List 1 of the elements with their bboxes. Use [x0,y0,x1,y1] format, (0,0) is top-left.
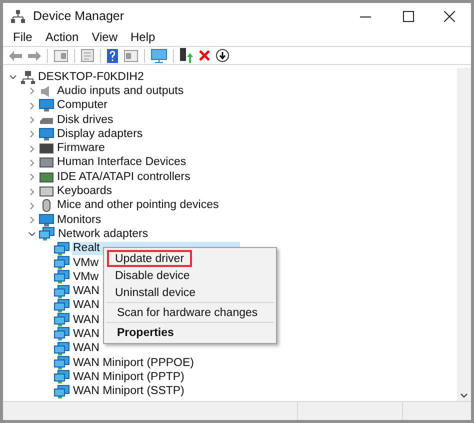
window-title: Device Manager [33,8,124,25]
